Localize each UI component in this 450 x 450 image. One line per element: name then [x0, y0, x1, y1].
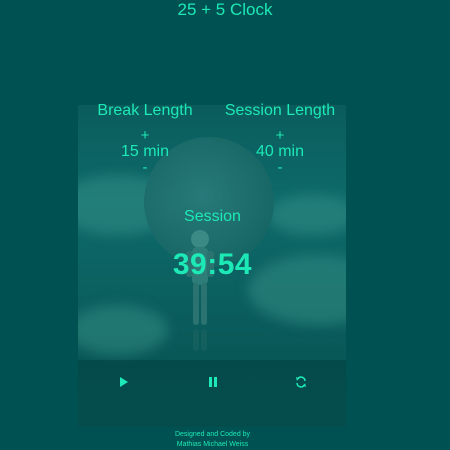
- session-decrement-button[interactable]: -: [222, 160, 338, 175]
- timer-controls: [0, 372, 450, 392]
- app-title: 25 + 5 Clock: [177, 0, 273, 19]
- footer-author[interactable]: Mathias Michael Weiss: [0, 440, 425, 450]
- footer-credits: Designed and Coded by Mathias Michael We…: [0, 430, 425, 450]
- session-length-control: Session Length + 40 min -: [222, 101, 338, 175]
- play-icon: [120, 377, 128, 387]
- footer-line-1: Designed and Coded by: [174, 431, 251, 438]
- break-label: Break Length: [97, 102, 193, 119]
- break-increment-button[interactable]: +: [90, 128, 200, 143]
- astronaut-graphic: [186, 230, 214, 351]
- break-decrement-button[interactable]: -: [90, 160, 200, 175]
- pause-button[interactable]: [203, 372, 223, 392]
- refresh-icon: [296, 376, 306, 388]
- session-label: Session Length: [224, 102, 336, 119]
- session-increment-button[interactable]: +: [222, 128, 338, 143]
- reset-button[interactable]: [291, 372, 311, 392]
- pause-icon: [209, 377, 217, 387]
- time-left: 39:54: [172, 248, 253, 281]
- break-length-control: Break Length + 15 min -: [90, 101, 200, 175]
- timer-label: Session: [184, 208, 241, 225]
- play-button[interactable]: [114, 372, 134, 392]
- water-reflection: [78, 360, 346, 427]
